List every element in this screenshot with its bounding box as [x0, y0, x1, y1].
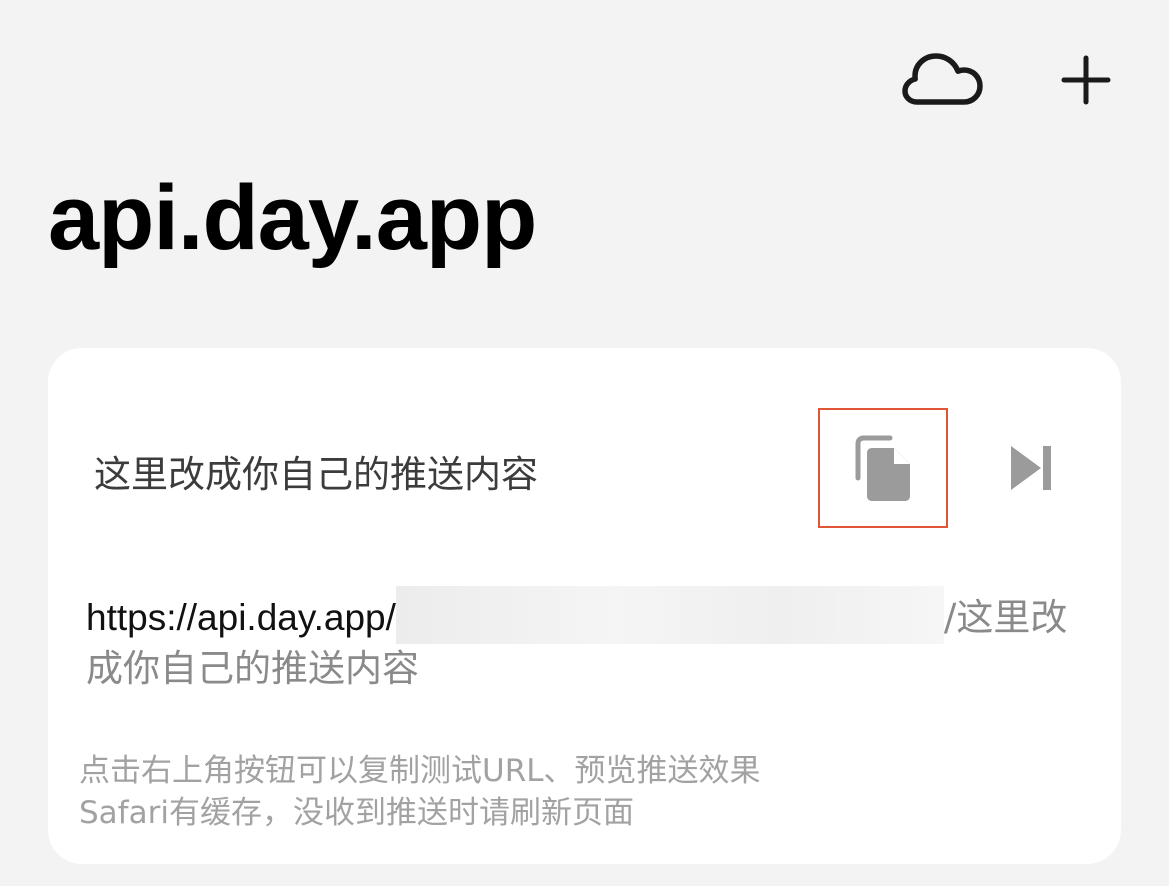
url-prefix: https://api.day.app/ [86, 597, 396, 638]
cloud-icon [902, 53, 983, 105]
copy-url-button[interactable] [818, 408, 948, 528]
push-example-card: 这里改成你自己的推送内容 https://api.day.app//这里改成你自… [48, 348, 1121, 864]
hint-line-1: 点击右上角按钮可以复制测试URL、预览推送效果 [79, 753, 761, 789]
test-url: https://api.day.app//这里改成你自己的推送内容 [86, 586, 1086, 693]
hint-text: 点击右上角按钮可以复制测试URL、预览推送效果 Safari有缓存，没收到推送时… [79, 750, 761, 834]
page-title: api.day.app [48, 167, 537, 269]
copy-icon [855, 435, 910, 501]
push-content-title: 这里改成你自己的推送内容 [94, 453, 538, 496]
top-navigation-bar [0, 0, 1169, 150]
preview-push-button[interactable] [1003, 438, 1063, 498]
add-button[interactable] [1052, 46, 1120, 114]
plus-icon [1061, 55, 1111, 105]
hint-line-2: Safari有缓存，没收到推送时请刷新页面 [79, 795, 634, 831]
skip-forward-icon [1011, 446, 1051, 490]
cloud-button[interactable] [900, 48, 984, 112]
redacted-device-key [395, 586, 944, 644]
